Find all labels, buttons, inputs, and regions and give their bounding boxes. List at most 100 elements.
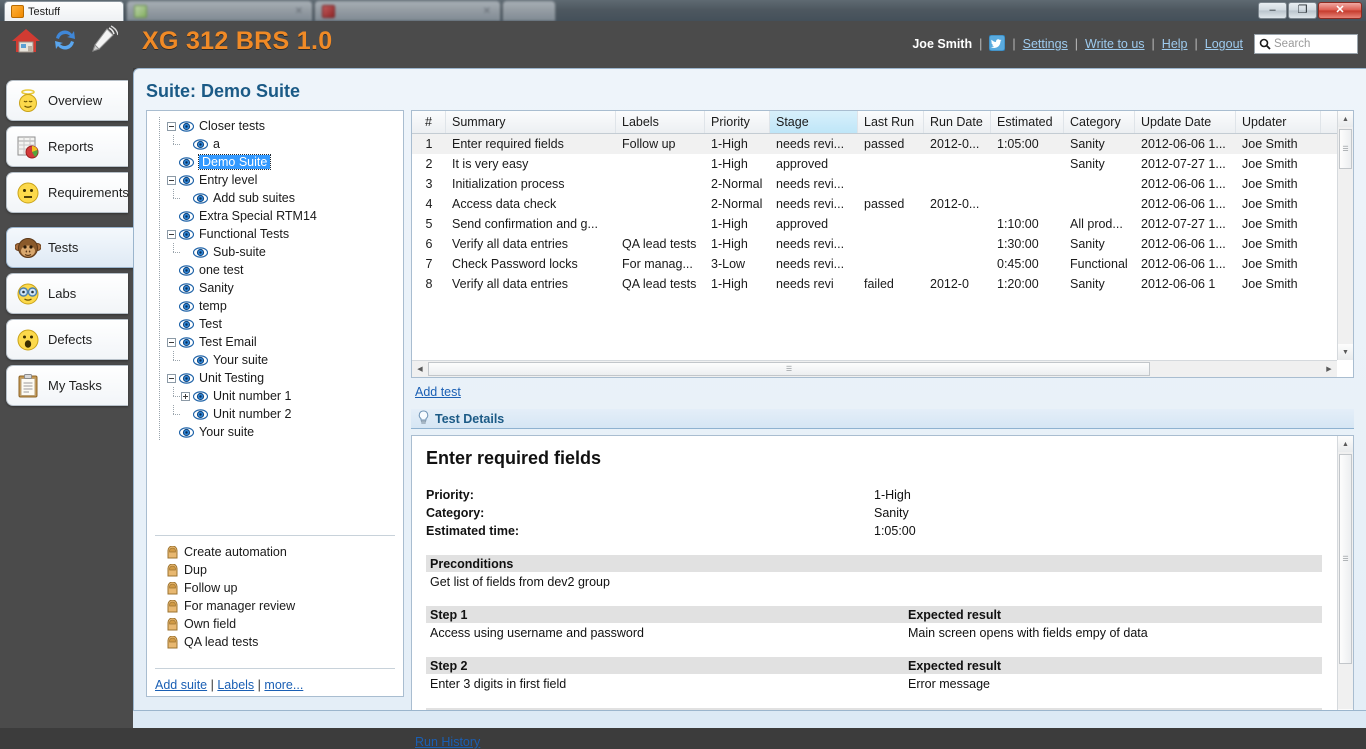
grid-column-header-updater[interactable]: Updater <box>1236 111 1321 133</box>
grid-column-header-summary[interactable]: Summary <box>446 111 616 133</box>
sidebar-item-tests[interactable]: Tests <box>6 227 139 268</box>
tree-node[interactable]: Closer tests <box>153 117 403 135</box>
tree-node[interactable]: Your suite <box>153 351 403 369</box>
grid-column-header-stage[interactable]: Stage <box>770 111 858 133</box>
label-item[interactable]: For manager review <box>153 597 399 615</box>
grid-vscroll-thumb[interactable]: ☰ <box>1339 129 1352 169</box>
grid-column-header-category[interactable]: Category <box>1064 111 1135 133</box>
step-heading-bar: Step 1Expected result <box>426 606 1322 623</box>
grid-hscroll-thumb[interactable]: ☰ <box>428 362 1150 376</box>
tree-node[interactable]: Extra Special RTM14 <box>153 207 403 225</box>
labels-link[interactable]: Labels <box>217 678 254 692</box>
tree-node[interactable]: a <box>153 135 403 153</box>
tree-node[interactable]: Sub-suite <box>153 243 403 261</box>
cell-summary: Enter required fields <box>446 137 616 151</box>
tree-node[interactable]: Functional Tests <box>153 225 403 243</box>
minimize-button[interactable]: – <box>1258 2 1287 19</box>
sidebar-item-my-tasks[interactable]: My Tasks <box>6 365 128 406</box>
tree-node[interactable]: Unit number 2 <box>153 405 403 423</box>
table-row[interactable]: 4Access data check2-Normalneeds revi...p… <box>412 194 1353 214</box>
tree-guide <box>153 135 167 153</box>
collapse-toggle-icon[interactable] <box>167 338 176 347</box>
label-item[interactable]: QA lead tests <box>153 633 399 651</box>
grid-column-header-updated[interactable]: Update Date <box>1135 111 1236 133</box>
collapse-toggle-icon[interactable] <box>167 230 176 239</box>
scroll-up-icon[interactable]: ▲ <box>1338 436 1353 452</box>
collapse-toggle-icon[interactable] <box>167 374 176 383</box>
hscroll-track[interactable]: ☰ <box>428 361 1321 377</box>
table-row[interactable]: 5Send confirmation and g...1-Highapprove… <box>412 214 1353 234</box>
browser-tab-active[interactable]: Testuff <box>4 1 124 21</box>
more-link[interactable]: more... <box>264 678 303 692</box>
sidebar-item-defects[interactable]: Defects <box>6 319 128 360</box>
tree-node[interactable]: Test Email <box>153 333 403 351</box>
scroll-left-icon[interactable]: ◀ <box>412 361 428 377</box>
maximize-button[interactable]: ❐ <box>1288 2 1317 19</box>
table-row[interactable]: 8Verify all data entriesQA lead tests1-H… <box>412 274 1353 294</box>
grid-vertical-scrollbar[interactable]: ▲ ☰ ▼ <box>1337 111 1353 360</box>
table-row[interactable]: 1Enter required fieldsFollow up1-Highnee… <box>412 134 1353 154</box>
tree-node[interactable]: Unit Testing <box>153 369 403 387</box>
sidebar-item-reports[interactable]: Reports <box>6 126 128 167</box>
table-row[interactable]: 3Initialization process2-Normalneeds rev… <box>412 174 1353 194</box>
details-vertical-scrollbar[interactable]: ▲ ☰ ▼ <box>1337 436 1353 725</box>
tree-node[interactable]: Sanity <box>153 279 403 297</box>
refresh-icon[interactable] <box>50 25 80 60</box>
details-vscroll-thumb[interactable]: ☰ <box>1339 454 1352 664</box>
scroll-up-icon[interactable]: ▲ <box>1338 111 1353 127</box>
tab-close-icon[interactable]: ✕ <box>289 6 303 17</box>
label-item[interactable]: Dup <box>153 561 399 579</box>
tree-node[interactable]: temp <box>153 297 403 315</box>
scroll-down-icon[interactable]: ▼ <box>1338 344 1353 360</box>
label-item[interactable]: Follow up <box>153 579 399 597</box>
tree-node[interactable]: one test <box>153 261 403 279</box>
scroll-right-icon[interactable]: ▶ <box>1321 361 1337 377</box>
grid-horizontal-scrollbar[interactable]: ◀ ☰ ▶ <box>412 360 1337 377</box>
add-suite-link[interactable]: Add suite <box>155 678 207 692</box>
tree-node[interactable]: Entry level <box>153 171 403 189</box>
run-history-link[interactable]: Run History <box>415 735 480 749</box>
help-link[interactable]: Help <box>1162 37 1188 51</box>
tree-guide <box>167 243 181 261</box>
browser-tab-background-1[interactable]: ✕ <box>127 1 312 21</box>
search-input[interactable]: Search <box>1254 34 1358 54</box>
label-tag-icon <box>167 600 178 613</box>
browser-tab-background-2[interactable]: ✕ <box>315 1 500 21</box>
write-to-us-link[interactable]: Write to us <box>1085 37 1145 51</box>
grid-column-header-num[interactable]: # <box>412 111 446 133</box>
collapse-toggle-icon[interactable] <box>167 122 176 131</box>
add-test-link[interactable]: Add test <box>415 385 461 399</box>
grid-column-header-labels[interactable]: Labels <box>616 111 705 133</box>
tree-node[interactable]: Your suite <box>153 423 403 441</box>
tree-node[interactable]: Demo Suite <box>153 153 403 171</box>
tree-node[interactable]: Unit number 1 <box>153 387 403 405</box>
pen-icon[interactable] <box>88 25 118 60</box>
grid-column-header-rundate[interactable]: Run Date <box>924 111 991 133</box>
cell-stage: needs revi... <box>770 197 858 211</box>
grid-column-header-est[interactable]: Estimated <box>991 111 1064 133</box>
sidebar-item-overview[interactable]: Overview <box>6 80 128 121</box>
table-row[interactable]: 2It is very easy1-HighapprovedSanity2012… <box>412 154 1353 174</box>
grid-column-header-priority[interactable]: Priority <box>705 111 770 133</box>
home-icon[interactable] <box>10 24 42 61</box>
close-button[interactable]: ✕ <box>1318 2 1362 19</box>
cell-rundate: 2012-0... <box>924 137 991 151</box>
settings-link[interactable]: Settings <box>1023 37 1068 51</box>
label-item[interactable]: Create automation <box>153 543 399 561</box>
tab-close-icon[interactable]: ✕ <box>477 6 491 17</box>
cell-updated: 2012-06-06 1... <box>1135 177 1236 191</box>
logout-link[interactable]: Logout <box>1205 37 1243 51</box>
tree-node[interactable]: Test <box>153 315 403 333</box>
expand-toggle-icon[interactable] <box>181 392 190 401</box>
twitter-icon[interactable] <box>989 35 1005 54</box>
sidebar-item-labs[interactable]: Labs <box>6 273 128 314</box>
browser-tab-background-3[interactable] <box>503 1 555 21</box>
grid-column-header-lastrun[interactable]: Last Run <box>858 111 924 133</box>
table-row[interactable]: 7Check Password locksFor manag...3-Lowne… <box>412 254 1353 274</box>
tree-node[interactable]: Add sub suites <box>153 189 403 207</box>
label-item[interactable]: Own field <box>153 615 399 633</box>
collapse-toggle-icon[interactable] <box>167 176 176 185</box>
separator: | <box>979 37 982 51</box>
table-row[interactable]: 6Verify all data entriesQA lead tests1-H… <box>412 234 1353 254</box>
sidebar-item-requirements[interactable]: Requirements <box>6 172 128 213</box>
